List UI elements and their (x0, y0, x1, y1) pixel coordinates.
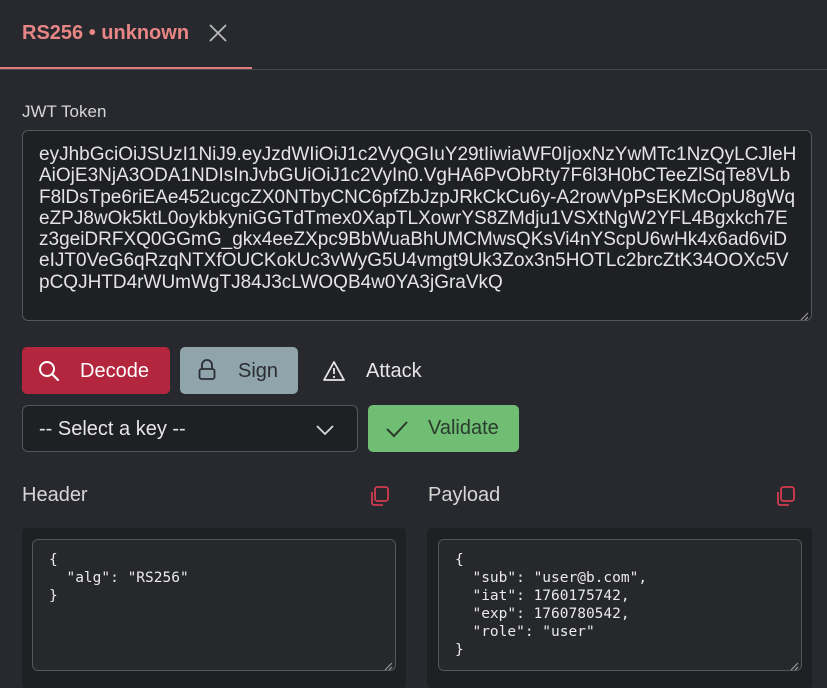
payload-line: "sub": "user@b.com", (455, 570, 648, 586)
token-label: JWT Token (22, 102, 107, 121)
header-line: } (49, 588, 58, 604)
payload-line: "exp": 1760780542, (455, 606, 630, 622)
header-line: { (49, 552, 58, 568)
header-panel: { "alg": "RS256" } (22, 528, 406, 688)
tab-title: RS256 • unknown (22, 22, 190, 44)
header-line: "alg": "RS256" (49, 570, 189, 586)
resize-grip-icon[interactable] (383, 658, 393, 671)
header-title: Header (22, 484, 88, 506)
payload-json-editor[interactable]: { "sub": "user@b.com", "iat": 1760175742… (438, 539, 802, 671)
payload-line: "iat": 1760175742, (455, 588, 630, 604)
chevron-down-icon (315, 420, 335, 440)
attack-button[interactable]: Attack (316, 347, 436, 394)
payload-line: "role": "user" (455, 624, 595, 640)
copy-payload-icon[interactable] (775, 485, 797, 507)
search-icon (38, 360, 60, 388)
header-json-editor[interactable]: { "alg": "RS256" } (32, 539, 396, 671)
key-select-value: -- Select a key -- (39, 418, 186, 440)
resize-grip-icon[interactable] (799, 308, 809, 321)
payload-panel: { "sub": "user@b.com", "iat": 1760175742… (427, 528, 812, 688)
payload-line: { (455, 552, 464, 568)
validate-button[interactable]: Validate (368, 405, 519, 452)
decode-button[interactable]: Decode (22, 347, 170, 394)
payload-title: Payload (428, 484, 501, 506)
check-icon (385, 419, 409, 445)
resize-grip-icon[interactable] (789, 658, 799, 671)
sign-button[interactable]: Sign (180, 347, 298, 394)
attack-label: Attack (366, 360, 422, 382)
token-value[interactable]: eyJhbGciOiJSUzI1NiJ9.eyJzdWIiOiJ1c2VyQGI… (39, 144, 797, 293)
payload-line: } (455, 642, 464, 658)
warning-icon (323, 360, 345, 388)
tab-token[interactable]: RS256 • unknown (0, 0, 252, 69)
sign-label: Sign (238, 360, 279, 382)
copy-header-icon[interactable] (369, 485, 391, 507)
decode-label: Decode (80, 360, 149, 382)
validate-label: Validate (428, 417, 499, 439)
key-select[interactable]: -- Select a key -- (22, 405, 358, 452)
lock-icon (197, 359, 217, 387)
tab-bar: RS256 • unknown (0, 0, 827, 70)
token-input[interactable]: eyJhbGciOiJSUzI1NiJ9.eyJzdWIiOiJ1c2VyQGI… (22, 130, 812, 321)
close-icon[interactable] (207, 22, 229, 44)
